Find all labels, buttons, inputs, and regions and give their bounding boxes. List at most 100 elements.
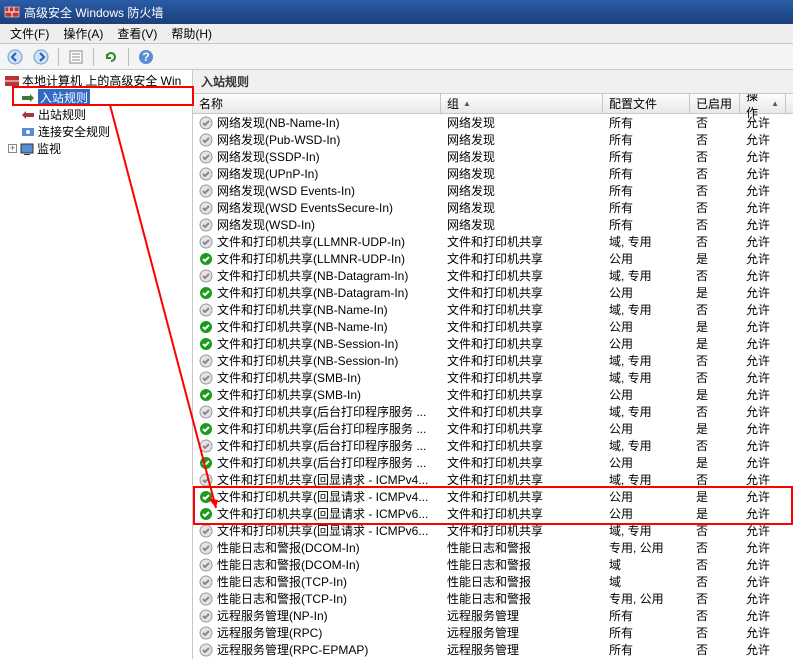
menu-view[interactable]: 查看(V) — [111, 24, 163, 43]
rule-profile: 所有 — [603, 131, 690, 148]
table-row[interactable]: 网络发现(WSD EventsSecure-In)网络发现所有否允许 — [193, 199, 793, 216]
rule-enabled: 否 — [690, 471, 740, 488]
tree-item-outbound[interactable]: 出站规则 — [0, 106, 192, 123]
back-button[interactable] — [4, 46, 26, 68]
rule-enabled: 否 — [690, 216, 740, 233]
column-header-group[interactable]: 组▲ — [441, 94, 603, 113]
table-row[interactable]: 性能日志和警报(DCOM-In)性能日志和警报域否允许 — [193, 556, 793, 573]
tree-item-monitoring[interactable]: + 监视 — [0, 140, 192, 157]
menu-help[interactable]: 帮助(H) — [165, 24, 218, 43]
menu-file[interactable]: 文件(F) — [4, 24, 55, 43]
table-row[interactable]: 文件和打印机共享(NB-Name-In)文件和打印机共享域, 专用否允许 — [193, 301, 793, 318]
rule-profile: 域, 专用 — [603, 267, 690, 284]
enabled-icon — [199, 490, 213, 504]
rule-enabled: 否 — [690, 641, 740, 658]
disabled-icon — [199, 201, 213, 215]
rule-name: 文件和打印机共享(LLMNR-UDP-In) — [217, 250, 405, 267]
enabled-icon — [199, 320, 213, 334]
table-row[interactable]: 文件和打印机共享(NB-Datagram-In)文件和打印机共享域, 专用否允许 — [193, 267, 793, 284]
tree-item-connection-security[interactable]: 连接安全规则 — [0, 123, 192, 140]
table-row[interactable]: 远程服务管理(NP-In)远程服务管理所有否允许 — [193, 607, 793, 624]
table-row[interactable]: 文件和打印机共享(SMB-In)文件和打印机共享公用是允许 — [193, 386, 793, 403]
tree-item-label: 监视 — [37, 140, 61, 157]
table-row[interactable]: 文件和打印机共享(SMB-In)文件和打印机共享域, 专用否允许 — [193, 369, 793, 386]
table-row[interactable]: 文件和打印机共享(后台打印程序服务 ...文件和打印机共享公用是允许 — [193, 420, 793, 437]
rule-action: 允许 — [740, 352, 786, 369]
tree-item-label: 出站规则 — [38, 106, 86, 123]
rule-enabled: 是 — [690, 420, 740, 437]
table-row[interactable]: 网络发现(UPnP-In)网络发现所有否允许 — [193, 165, 793, 182]
rule-enabled: 否 — [690, 590, 740, 607]
column-header-enabled[interactable]: 已启用 — [690, 94, 740, 113]
navigation-tree[interactable]: 本地计算机 上的高级安全 Win 入站规则 出站规则 连接安全规则 + 监视 — [0, 70, 193, 659]
table-row[interactable]: 文件和打印机共享(回显请求 - ICMPv6...文件和打印机共享域, 专用否允… — [193, 522, 793, 539]
table-row[interactable]: 文件和打印机共享(NB-Session-In)文件和打印机共享域, 专用否允许 — [193, 352, 793, 369]
menu-action[interactable]: 操作(A) — [57, 24, 109, 43]
table-row[interactable]: 远程服务管理(RPC)远程服务管理所有否允许 — [193, 624, 793, 641]
rule-profile: 域, 专用 — [603, 437, 690, 454]
table-row[interactable]: 网络发现(WSD-In)网络发现所有否允许 — [193, 216, 793, 233]
table-row[interactable]: 文件和打印机共享(后台打印程序服务 ...文件和打印机共享域, 专用否允许 — [193, 403, 793, 420]
rule-action: 允许 — [740, 335, 786, 352]
table-row[interactable]: 网络发现(WSD Events-In)网络发现所有否允许 — [193, 182, 793, 199]
disabled-icon — [199, 150, 213, 164]
properties-button[interactable] — [65, 46, 87, 68]
table-row[interactable]: 网络发现(SSDP-In)网络发现所有否允许 — [193, 148, 793, 165]
table-row[interactable]: 文件和打印机共享(NB-Name-In)文件和打印机共享公用是允许 — [193, 318, 793, 335]
disabled-icon — [199, 473, 213, 487]
table-row[interactable]: 文件和打印机共享(NB-Session-In)文件和打印机共享公用是允许 — [193, 335, 793, 352]
rule-name: 远程服务管理(RPC) — [217, 624, 322, 641]
column-header-action[interactable]: 操作▲ — [740, 94, 786, 113]
table-row[interactable]: 文件和打印机共享(回显请求 - ICMPv4...文件和打印机共享公用是允许 — [193, 488, 793, 505]
disabled-icon — [199, 524, 213, 538]
rule-group: 文件和打印机共享 — [441, 420, 603, 437]
table-row[interactable]: 性能日志和警报(TCP-In)性能日志和警报专用, 公用否允许 — [193, 590, 793, 607]
rule-group: 文件和打印机共享 — [441, 250, 603, 267]
table-row[interactable]: 文件和打印机共享(后台打印程序服务 ...文件和打印机共享域, 专用否允许 — [193, 437, 793, 454]
rule-profile: 域 — [603, 556, 690, 573]
enabled-icon — [199, 456, 213, 470]
table-row[interactable]: 性能日志和警报(TCP-In)性能日志和警报域否允许 — [193, 573, 793, 590]
rule-action: 允许 — [740, 505, 786, 522]
help-button[interactable]: ? — [135, 46, 157, 68]
rule-group: 性能日志和警报 — [441, 556, 603, 573]
rules-list[interactable]: 名称 组▲ 配置文件 已启用 操作▲ 网络发现(NB-Name-In)网络发现所… — [193, 94, 793, 659]
table-row[interactable]: 性能日志和警报(DCOM-In)性能日志和警报专用, 公用否允许 — [193, 539, 793, 556]
rule-group: 文件和打印机共享 — [441, 471, 603, 488]
table-row[interactable]: 文件和打印机共享(LLMNR-UDP-In)文件和打印机共享域, 专用否允许 — [193, 233, 793, 250]
rule-group: 文件和打印机共享 — [441, 522, 603, 539]
disabled-icon — [199, 354, 213, 368]
table-row[interactable]: 网络发现(Pub-WSD-In)网络发现所有否允许 — [193, 131, 793, 148]
disabled-icon — [199, 609, 213, 623]
rule-action: 允许 — [740, 148, 786, 165]
table-row[interactable]: 文件和打印机共享(LLMNR-UDP-In)文件和打印机共享公用是允许 — [193, 250, 793, 267]
table-row[interactable]: 网络发现(NB-Name-In)网络发现所有否允许 — [193, 114, 793, 131]
table-row[interactable]: 文件和打印机共享(回显请求 - ICMPv6...文件和打印机共享公用是允许 — [193, 505, 793, 522]
rule-enabled: 否 — [690, 233, 740, 250]
rule-enabled: 否 — [690, 573, 740, 590]
table-row[interactable]: 文件和打印机共享(回显请求 - ICMPv4...文件和打印机共享域, 专用否允… — [193, 471, 793, 488]
rule-name: 文件和打印机共享(回显请求 - ICMPv6... — [217, 522, 428, 539]
tree-root[interactable]: 本地计算机 上的高级安全 Win — [0, 72, 192, 89]
table-row[interactable]: 文件和打印机共享(后台打印程序服务 ...文件和打印机共享公用是允许 — [193, 454, 793, 471]
disabled-icon — [199, 405, 213, 419]
toolbar-separator — [93, 48, 94, 66]
rule-name: 文件和打印机共享(后台打印程序服务 ... — [217, 437, 426, 454]
enabled-icon — [199, 337, 213, 351]
toolbar-separator — [128, 48, 129, 66]
column-header-name[interactable]: 名称 — [193, 94, 441, 113]
refresh-button[interactable] — [100, 46, 122, 68]
sort-asc-icon: ▲ — [463, 99, 471, 108]
tree-item-inbound[interactable]: 入站规则 — [0, 89, 192, 106]
rule-action: 允许 — [740, 624, 786, 641]
disabled-icon — [199, 643, 213, 657]
disabled-icon — [199, 269, 213, 283]
forward-button[interactable] — [30, 46, 52, 68]
rule-group: 网络发现 — [441, 199, 603, 216]
column-header-profile[interactable]: 配置文件 — [603, 94, 690, 113]
table-row[interactable]: 文件和打印机共享(NB-Datagram-In)文件和打印机共享公用是允许 — [193, 284, 793, 301]
rule-enabled: 是 — [690, 284, 740, 301]
table-row[interactable]: 远程服务管理(RPC-EPMAP)远程服务管理所有否允许 — [193, 641, 793, 658]
rule-profile: 公用 — [603, 420, 690, 437]
expand-icon[interactable]: + — [8, 144, 17, 153]
